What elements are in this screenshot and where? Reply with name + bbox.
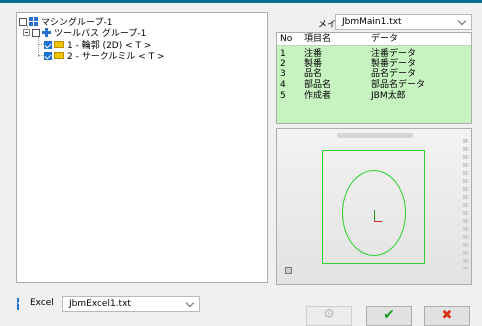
view-cube-icon: [285, 267, 292, 274]
graphics-preview[interactable]: [276, 128, 472, 285]
folder-icon: [54, 52, 64, 59]
close-icon: ✖: [441, 308, 453, 323]
column-header[interactable]: 項目名: [304, 34, 331, 45]
view-toolbar: [337, 133, 413, 138]
folder-icon: [54, 41, 64, 48]
grid-icon: [29, 17, 38, 26]
cross-icon: [42, 28, 51, 37]
settings-button[interactable]: ⚙: [306, 306, 352, 326]
item-data: 部品名データ: [371, 80, 426, 90]
item-name: 品名: [304, 69, 323, 79]
data-grid[interactable]: No 項目名 データ 1 注番 注番データ 2 製番 製番データ 3 品名 品名…: [276, 32, 472, 124]
tree-node-operation[interactable]: 2 - サークルミル < T >: [44, 50, 165, 62]
excel-file-value: JbmExcel1.txt: [69, 299, 131, 309]
chevron-down-icon: [457, 16, 467, 26]
collapse-icon[interactable]: [23, 29, 30, 36]
tree-line: [38, 37, 39, 57]
gear-icon: ⚙: [323, 307, 335, 322]
row-number: 5: [280, 91, 286, 101]
item-name: 作成者: [304, 91, 332, 101]
cancel-button[interactable]: ✖: [424, 306, 470, 326]
item-data: 品名データ: [371, 69, 417, 79]
side-toolbar: [463, 139, 468, 269]
ok-button[interactable]: ✔: [366, 306, 412, 326]
grid-header: No 項目名 データ: [277, 33, 471, 46]
tree-node-toolpath-group[interactable]: ツールパス グループ-1: [23, 27, 146, 39]
main-file-value: JbmMain1.txt: [342, 17, 402, 27]
item-name: 部品名: [304, 80, 332, 90]
checkbox[interactable]: [44, 40, 52, 49]
column-header[interactable]: No: [280, 34, 292, 45]
checkbox[interactable]: [44, 51, 52, 60]
window-title-bar: [0, 0, 482, 3]
check-icon: ✔: [383, 307, 395, 323]
operations-tree[interactable]: マシングループ-1 ツールパス グループ-1 1 - 輪郭 (2D) < T >…: [16, 12, 268, 283]
excel-label: Excel: [30, 298, 54, 308]
row-number: 4: [280, 80, 286, 90]
tree-node-label: 2 - サークルミル < T >: [67, 52, 165, 62]
excel-checkbox[interactable]: [17, 298, 19, 310]
checkbox[interactable]: [19, 17, 27, 26]
chevron-down-icon: [185, 298, 195, 308]
x-axis-icon: [374, 221, 382, 222]
excel-file-select[interactable]: JbmExcel1.txt: [62, 296, 200, 312]
checkbox[interactable]: [32, 28, 40, 37]
column-header[interactable]: データ: [371, 34, 398, 45]
main-file-select[interactable]: JbmMain1.txt: [335, 14, 472, 30]
row-number: 3: [280, 69, 286, 79]
item-data: JBM太郎: [371, 91, 406, 101]
